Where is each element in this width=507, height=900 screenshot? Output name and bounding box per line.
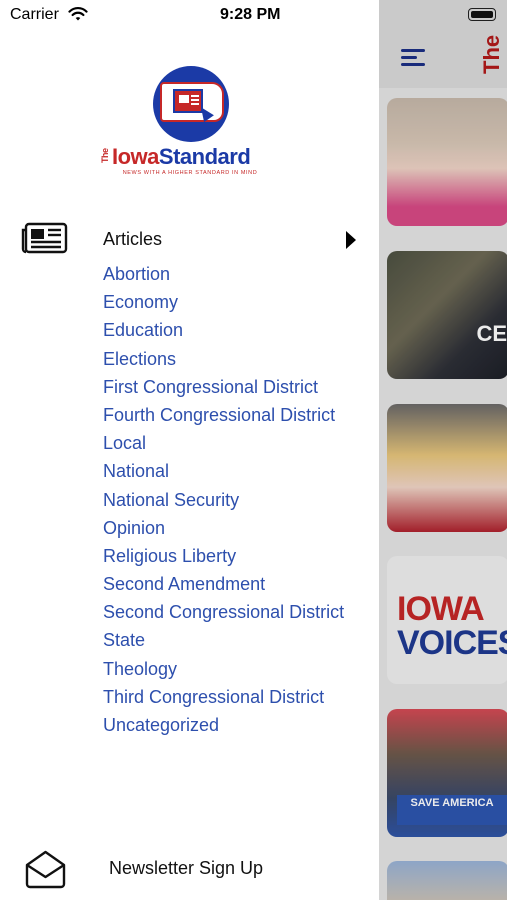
category-link-opinion[interactable]: Opinion — [103, 517, 363, 540]
side-drawer: Carrier 9:28 PM TheIowaStandard NEWS WIT… — [0, 0, 379, 900]
logo-tagline: NEWS WITH A HIGHER STANDARD IN MIND — [122, 170, 258, 176]
logo-wordmark: TheIowaStandard — [100, 144, 251, 169]
site-logo[interactable]: TheIowaStandard NEWS WITH A HIGHER STAND… — [100, 66, 280, 181]
triangle-right-icon[interactable] — [346, 231, 356, 249]
newspaper-icon — [21, 222, 68, 254]
category-link-economy[interactable]: Economy — [103, 291, 363, 314]
clock-time: 9:28 PM — [220, 6, 281, 23]
category-link-elections[interactable]: Elections — [103, 348, 363, 371]
dim-overlay[interactable] — [379, 0, 507, 900]
category-link-uncategorized[interactable]: Uncategorized — [103, 714, 363, 737]
wifi-icon — [68, 7, 88, 21]
category-link-national-security[interactable]: National Security — [103, 489, 363, 512]
category-link-second-congressional-district[interactable]: Second Congressional District — [103, 601, 363, 624]
category-link-state[interactable]: State — [103, 629, 363, 652]
background-app: The CE IOWA VOICES SAVE AMERICA — [379, 0, 507, 900]
category-link-theology[interactable]: Theology — [103, 658, 363, 681]
category-link-religious-liberty[interactable]: Religious Liberty — [103, 545, 363, 568]
newsletter-signup-link[interactable]: Newsletter Sign Up — [109, 858, 263, 879]
category-link-national[interactable]: National — [103, 460, 363, 483]
category-link-third-congressional-district[interactable]: Third Congressional District — [103, 686, 363, 709]
category-link-education[interactable]: Education — [103, 319, 363, 342]
carrier-label: Carrier — [10, 6, 59, 23]
category-link-second-amendment[interactable]: Second Amendment — [103, 573, 363, 596]
status-bar: Carrier 9:28 PM — [0, 0, 379, 30]
category-list: Abortion Economy Education Elections Fir… — [103, 263, 363, 742]
category-link-fourth-congressional-district[interactable]: Fourth Congressional District — [103, 404, 363, 427]
category-link-abortion[interactable]: Abortion — [103, 263, 363, 286]
logo-emblem — [153, 66, 229, 142]
envelope-open-icon[interactable] — [24, 849, 67, 889]
category-link-first-congressional-district[interactable]: First Congressional District — [103, 376, 363, 399]
category-link-local[interactable]: Local — [103, 432, 363, 455]
articles-heading[interactable]: Articles — [103, 229, 162, 250]
